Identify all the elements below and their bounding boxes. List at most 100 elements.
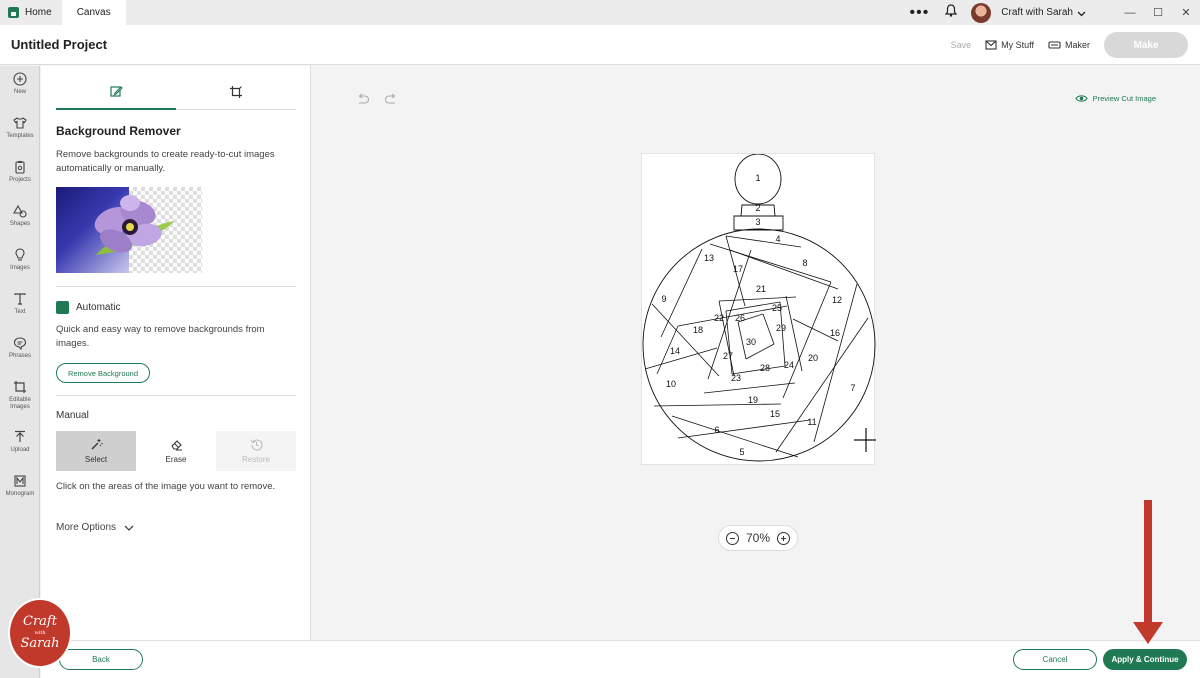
rail-item-templates[interactable]: Templates <box>0 110 40 154</box>
ornament-section-number: 29 <box>776 323 786 333</box>
shapes-icon <box>13 204 27 218</box>
ornament-section-number: 20 <box>808 353 818 363</box>
shirt-icon <box>13 117 27 129</box>
eye-icon <box>1075 95 1088 102</box>
rail-item-projects[interactable]: Projects <box>0 154 40 198</box>
panel-tabs <box>56 74 296 110</box>
edit-image-icon <box>110 86 123 97</box>
clipboard-icon <box>15 161 25 174</box>
ornament-section-number: 30 <box>746 337 756 347</box>
ornament-section-number: 3 <box>755 217 760 227</box>
ornament-section-number: 2 <box>755 203 760 213</box>
rail-item-editable-images[interactable]: Editable Images <box>0 374 40 424</box>
remove-background-button[interactable]: Remove Background <box>56 363 150 383</box>
ornament-section-number: 6 <box>714 425 719 435</box>
rail-item-monogram[interactable]: Monogram <box>0 468 40 512</box>
panel-title: Background Remover <box>56 124 181 138</box>
erase-tool-button[interactable]: Erase <box>136 431 216 471</box>
ornament-section-number: 10 <box>666 379 676 389</box>
more-options-toggle[interactable]: More Options <box>56 522 134 533</box>
rail-item-shapes[interactable]: Shapes <box>0 198 40 242</box>
footer-bar: Back Cancel Apply & Continue <box>41 640 1200 678</box>
ornament-section-number: 24 <box>784 360 794 370</box>
plus-circle-icon <box>13 72 27 86</box>
rail-item-images[interactable]: Images <box>0 242 40 286</box>
back-button[interactable]: Back <box>59 649 143 670</box>
more-menu-icon[interactable]: ••• <box>909 4 929 20</box>
manual-tools: Select Erase Restore <box>56 431 296 471</box>
chevron-down-icon[interactable] <box>1077 4 1086 22</box>
ornament-section-number: 21 <box>756 284 766 294</box>
maker-label: Maker <box>1064 40 1090 50</box>
left-rail: New Templates Projects Shapes Images Tex… <box>0 66 40 678</box>
ornament-section-number: 13 <box>704 253 714 263</box>
maximize-icon[interactable]: ☐ <box>1144 6 1172 19</box>
title-bar: Home Canvas ••• Craft with Sarah — ☐ ✕ <box>0 0 1200 25</box>
sample-flower-image <box>56 187 202 273</box>
logo-line-1: Craft <box>23 614 57 629</box>
ornament-section-number: 19 <box>748 395 758 405</box>
tab-home[interactable]: Home <box>0 0 62 25</box>
project-header: Untitled Project Save My Stuff Maker Mak… <box>0 25 1200 65</box>
canvas-area[interactable]: Preview Cut Image 1 2 3 4 5 6 7 8 9 10 1… <box>312 66 1200 640</box>
rail-label: Shapes <box>9 221 31 227</box>
undo-icon[interactable] <box>356 93 370 105</box>
zoom-out-icon[interactable] <box>726 531 739 545</box>
user-name[interactable]: Craft with Sarah <box>1001 7 1073 18</box>
ornament-section-number: 28 <box>760 363 770 373</box>
zoom-level: 70% <box>745 531 771 545</box>
divider <box>56 286 296 287</box>
background-remover-tab[interactable] <box>56 74 176 110</box>
rail-item-new[interactable]: New <box>0 66 40 110</box>
ornament-section-number: 17 <box>733 264 743 274</box>
save-button[interactable]: Save <box>951 40 972 50</box>
select-tool-button[interactable]: Select <box>56 431 136 471</box>
rail-item-text[interactable]: Text <box>0 286 40 330</box>
ornament-section-number: 1 <box>755 173 760 183</box>
rail-label: Templates <box>6 133 34 139</box>
speech-bubble-icon <box>13 337 27 350</box>
eraser-icon <box>170 440 182 451</box>
magic-wand-icon <box>91 439 103 450</box>
restore-tool-button[interactable]: Restore <box>216 431 296 471</box>
preview-cut-image-button[interactable]: Preview Cut Image <box>1075 94 1156 103</box>
maker-button[interactable]: Maker <box>1048 40 1090 50</box>
ornament-section-number: 22 <box>714 313 724 323</box>
ornament-section-number: 8 <box>802 258 807 268</box>
ornament-section-number: 16 <box>830 328 840 338</box>
crop-icon <box>230 86 242 98</box>
zoom-control: 70% <box>718 525 798 551</box>
monogram-icon <box>14 475 26 487</box>
zoom-in-icon[interactable] <box>777 531 790 545</box>
craft-with-sarah-logo: Craft with Sarah <box>8 598 72 668</box>
rail-item-phrases[interactable]: Phrases <box>0 330 40 374</box>
envelope-icon <box>985 40 997 50</box>
rail-label: Projects <box>9 177 31 183</box>
tab-canvas[interactable]: Canvas <box>61 0 126 25</box>
ornament-section-number: 27 <box>723 351 733 361</box>
rail-label: Editable Images <box>9 397 31 410</box>
project-title: Untitled Project <box>11 37 108 52</box>
make-button[interactable]: Make <box>1104 32 1188 58</box>
minimize-icon[interactable]: — <box>1116 7 1144 19</box>
close-icon[interactable]: ✕ <box>1172 6 1200 19</box>
rail-label: Upload <box>10 447 30 453</box>
ornament-section-number: 23 <box>731 373 741 383</box>
ornament-section-number: 11 <box>807 417 816 427</box>
ornament-section-number: 18 <box>693 325 703 335</box>
cancel-button[interactable]: Cancel <box>1013 649 1097 670</box>
my-stuff-button[interactable]: My Stuff <box>985 40 1034 50</box>
avatar[interactable] <box>971 2 992 23</box>
ornament-pattern-image[interactable]: 1 2 3 4 5 6 7 8 9 10 11 12 13 14 15 16 17 18 19 20 21 22 23 24 2… <box>641 153 878 465</box>
crop-tab[interactable] <box>176 74 296 110</box>
ornament-section-number: 15 <box>770 409 780 419</box>
rail-item-upload[interactable]: Upload <box>0 424 40 468</box>
ornament-section-number: 14 <box>670 346 680 356</box>
ornament-section-number: 4 <box>775 234 780 244</box>
apply-continue-button[interactable]: Apply & Continue <box>1103 649 1187 670</box>
rail-label: New <box>13 89 26 95</box>
bell-icon[interactable] <box>945 3 958 22</box>
tab-home-label: Home <box>25 7 52 18</box>
manual-description: Click on the areas of the image you want… <box>56 481 276 492</box>
redo-icon[interactable] <box>384 93 398 105</box>
